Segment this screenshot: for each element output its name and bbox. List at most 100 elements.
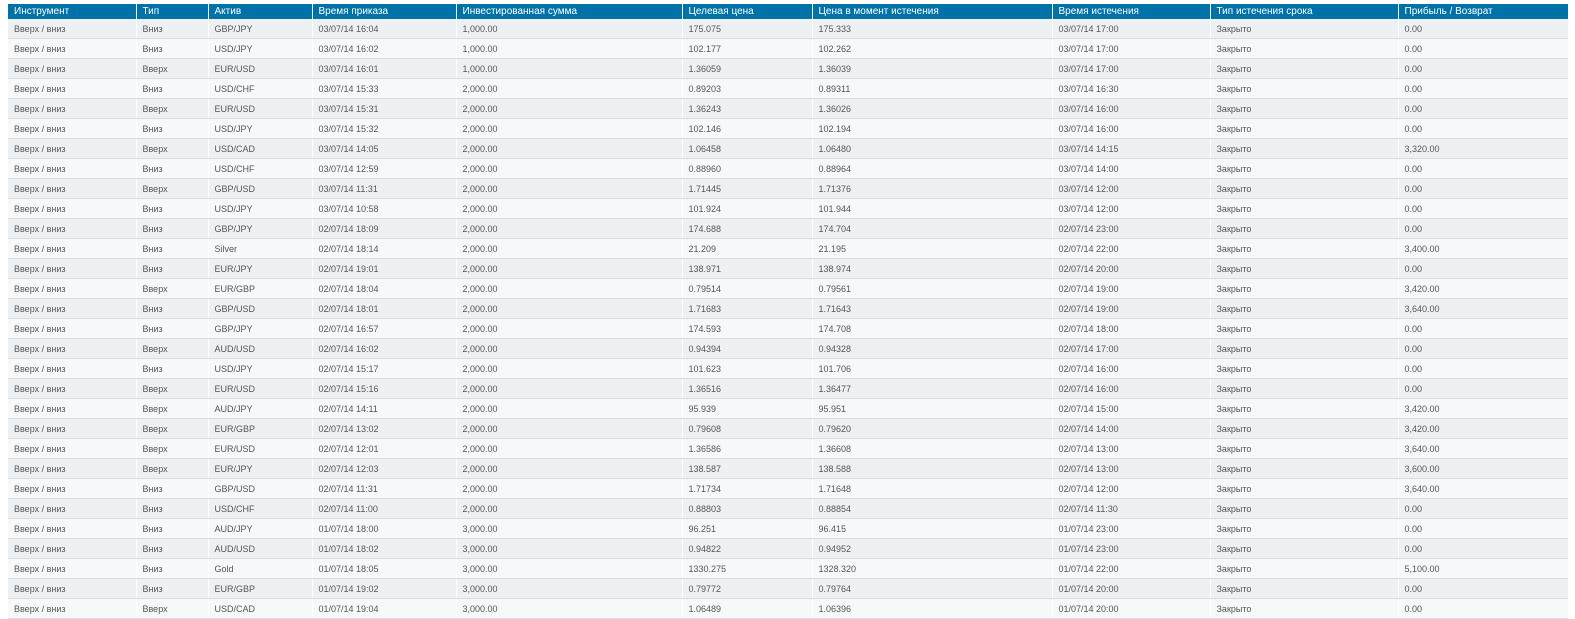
cell-expiry-type: Закрыто bbox=[1209, 338, 1398, 359]
cell-order-time: 02/07/14 16:02 bbox=[311, 338, 456, 359]
cell-target-price: 101.623 bbox=[681, 358, 812, 379]
cell-profit-return: 3,420.00 bbox=[1397, 418, 1568, 439]
cell-invested-amount: 3,000.00 bbox=[455, 558, 682, 579]
table-row: Вверх / вниз Вниз AUD/USD 01/07/14 18:02 3,0… bbox=[8, 538, 1568, 559]
column-header-profit-return[interactable]: Прибыль / Возврат bbox=[1397, 4, 1568, 19]
cell-expiry-type: Закрыто bbox=[1209, 98, 1398, 119]
cell-expiry-time: 02/07/14 23:00 bbox=[1051, 218, 1210, 239]
cell-asset: USD/CAD bbox=[207, 138, 312, 159]
cell-target-price: 95.939 bbox=[681, 398, 812, 419]
column-header-invested-amount[interactable]: Инвестированная сумма bbox=[455, 4, 682, 19]
cell-asset: Silver bbox=[207, 238, 312, 259]
column-header-instrument[interactable]: Инструмент bbox=[8, 4, 136, 19]
cell-expiry-time: 03/07/14 17:00 bbox=[1051, 38, 1210, 59]
cell-type: Вниз bbox=[135, 258, 208, 279]
cell-expiry-price: 1.36608 bbox=[811, 438, 1052, 459]
cell-asset: GBP/USD bbox=[207, 478, 312, 499]
table-row: Вверх / вниз Вниз EUR/JPY 02/07/14 19:01 2,0… bbox=[8, 258, 1568, 279]
cell-expiry-time: 02/07/14 16:00 bbox=[1051, 378, 1210, 399]
table-row: Вверх / вниз Вниз USD/CHF 03/07/14 12:59 2,0… bbox=[8, 158, 1568, 179]
cell-target-price: 0.94394 bbox=[681, 338, 812, 359]
cell-expiry-type: Закрыто bbox=[1209, 258, 1398, 279]
cell-type: Вниз bbox=[135, 38, 208, 59]
table-row: Вверх / вниз Вверх EUR/USD 03/07/14 15:31 2,… bbox=[8, 98, 1568, 119]
column-header-type[interactable]: Тип bbox=[135, 4, 208, 19]
cell-profit-return: 0.00 bbox=[1397, 598, 1568, 619]
cell-invested-amount: 2,000.00 bbox=[455, 318, 682, 339]
trade-history-table: Инструмент Тип Актив Время приказа Инвестиро… bbox=[8, 4, 1568, 619]
cell-invested-amount: 2,000.00 bbox=[455, 478, 682, 499]
cell-expiry-type: Закрыто bbox=[1209, 538, 1398, 559]
table-row: Вверх / вниз Вниз USD/CHF 03/07/14 15:33 2,0… bbox=[8, 78, 1568, 99]
cell-expiry-type: Закрыто bbox=[1209, 198, 1398, 219]
cell-expiry-time: 03/07/14 16:00 bbox=[1051, 118, 1210, 139]
cell-type: Вниз bbox=[135, 78, 208, 99]
column-header-expiry-type[interactable]: Тип истечения срока bbox=[1209, 4, 1398, 19]
table-row: Вверх / вниз Вверх EUR/USD 02/07/14 15:16 2,… bbox=[8, 378, 1568, 399]
cell-order-time: 03/07/14 15:33 bbox=[311, 78, 456, 99]
table-row: Вверх / вниз Вверх USD/CAD 03/07/14 14:05 2,… bbox=[8, 138, 1568, 159]
cell-invested-amount: 2,000.00 bbox=[455, 78, 682, 99]
table-body: Вверх / вниз Вниз GBP/JPY 03/07/14 16:04 1,0… bbox=[8, 19, 1568, 619]
table-row: Вверх / вниз Вниз USD/JPY 03/07/14 16:02 1,0… bbox=[8, 38, 1568, 59]
cell-order-time: 03/07/14 15:32 bbox=[311, 118, 456, 139]
cell-asset: USD/CAD bbox=[207, 598, 312, 619]
table-row: Вверх / вниз Вверх EUR/JPY 02/07/14 12:03 2,… bbox=[8, 458, 1568, 479]
cell-target-price: 0.94822 bbox=[681, 538, 812, 559]
cell-instrument: Вверх / вниз bbox=[8, 198, 136, 219]
cell-type: Вверх bbox=[135, 338, 208, 359]
cell-type: Вниз bbox=[135, 118, 208, 139]
cell-expiry-type: Закрыто bbox=[1209, 478, 1398, 499]
cell-expiry-price: 102.262 bbox=[811, 38, 1052, 59]
cell-profit-return: 0.00 bbox=[1397, 218, 1568, 239]
column-header-target-price[interactable]: Целевая цена bbox=[681, 4, 812, 19]
column-header-asset[interactable]: Актив bbox=[207, 4, 312, 19]
cell-invested-amount: 2,000.00 bbox=[455, 458, 682, 479]
table-row: Вверх / вниз Вверх EUR/USD 02/07/14 12:01 2,… bbox=[8, 438, 1568, 459]
cell-order-time: 01/07/14 18:02 bbox=[311, 538, 456, 559]
cell-expiry-type: Закрыто bbox=[1209, 598, 1398, 619]
cell-expiry-type: Закрыто bbox=[1209, 458, 1398, 479]
cell-instrument: Вверх / вниз bbox=[8, 238, 136, 259]
cell-type: Вниз bbox=[135, 498, 208, 519]
cell-type: Вниз bbox=[135, 478, 208, 499]
table-row: Вверх / вниз Вверх USD/CAD 01/07/14 19:04 3,… bbox=[8, 598, 1568, 619]
cell-type: Вверх bbox=[135, 458, 208, 479]
cell-expiry-type: Закрыто bbox=[1209, 558, 1398, 579]
column-header-expiry-time[interactable]: Время истечения bbox=[1051, 4, 1210, 19]
cell-expiry-price: 1.06396 bbox=[811, 598, 1052, 619]
column-header-order-time[interactable]: Время приказа bbox=[311, 4, 456, 19]
cell-target-price: 174.593 bbox=[681, 318, 812, 339]
cell-expiry-type: Закрыто bbox=[1209, 378, 1398, 399]
cell-type: Вверх bbox=[135, 138, 208, 159]
cell-invested-amount: 3,000.00 bbox=[455, 598, 682, 619]
cell-invested-amount: 2,000.00 bbox=[455, 178, 682, 199]
cell-expiry-price: 1.71648 bbox=[811, 478, 1052, 499]
cell-target-price: 0.79772 bbox=[681, 578, 812, 599]
cell-order-time: 02/07/14 14:11 bbox=[311, 398, 456, 419]
column-header-expiry-price[interactable]: Цена в момент истечения bbox=[811, 4, 1052, 19]
cell-asset: EUR/USD bbox=[207, 98, 312, 119]
cell-target-price: 102.146 bbox=[681, 118, 812, 139]
cell-instrument: Вверх / вниз bbox=[8, 578, 136, 599]
cell-profit-return: 0.00 bbox=[1397, 38, 1568, 59]
cell-order-time: 02/07/14 18:14 bbox=[311, 238, 456, 259]
cell-asset: USD/CHF bbox=[207, 498, 312, 519]
cell-profit-return: 0.00 bbox=[1397, 118, 1568, 139]
cell-order-time: 02/07/14 15:17 bbox=[311, 358, 456, 379]
cell-profit-return: 0.00 bbox=[1397, 378, 1568, 399]
cell-expiry-price: 1.36026 bbox=[811, 98, 1052, 119]
table-row: Вверх / вниз Вниз USD/CHF 02/07/14 11:00 2,0… bbox=[8, 498, 1568, 519]
cell-order-time: 03/07/14 15:31 bbox=[311, 98, 456, 119]
cell-expiry-price: 138.974 bbox=[811, 258, 1052, 279]
cell-instrument: Вверх / вниз bbox=[8, 138, 136, 159]
cell-expiry-time: 03/07/14 17:00 bbox=[1051, 19, 1210, 39]
cell-expiry-type: Закрыто bbox=[1209, 19, 1398, 39]
cell-target-price: 101.924 bbox=[681, 198, 812, 219]
cell-order-time: 02/07/14 12:01 bbox=[311, 438, 456, 459]
cell-instrument: Вверх / вниз bbox=[8, 438, 136, 459]
cell-profit-return: 0.00 bbox=[1397, 158, 1568, 179]
cell-expiry-price: 1.71643 bbox=[811, 298, 1052, 319]
cell-invested-amount: 2,000.00 bbox=[455, 218, 682, 239]
cell-instrument: Вверх / вниз bbox=[8, 478, 136, 499]
